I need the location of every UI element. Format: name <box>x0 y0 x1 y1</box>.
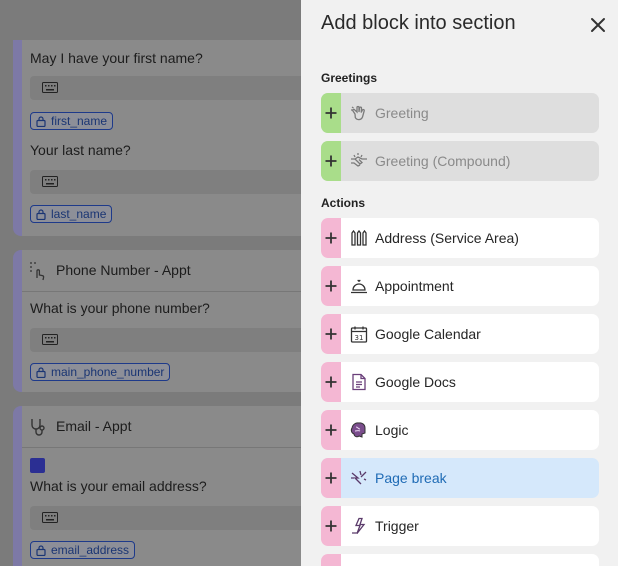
block-item-label: Google Calendar <box>375 326 481 342</box>
card-header: Email - Appt <box>22 406 313 448</box>
email-question: What is your email address? <box>30 478 207 494</box>
email-block-card: Email - Appt What is your email address?… <box>13 406 330 566</box>
block-item-appointment[interactable]: Appointment <box>321 266 599 306</box>
plus-icon <box>325 107 337 119</box>
plus-icon <box>325 424 337 436</box>
lock-icon <box>36 367 46 378</box>
block-item-greeting-compound[interactable]: Greeting (Compound) <box>321 141 599 181</box>
plus-icon <box>325 280 337 292</box>
variable-chip-email: email_address <box>30 541 136 559</box>
variable-chip-phone: main_phone_number <box>30 363 171 381</box>
block-item-label: Address (Service Area) <box>375 230 519 246</box>
block-item-label: Logic <box>375 422 409 438</box>
page-break-icon <box>351 470 367 485</box>
tap-hand-icon <box>30 262 45 281</box>
trigger-icon <box>352 517 366 534</box>
block-item-label: Greeting (Compound) <box>375 153 511 169</box>
lock-icon <box>36 209 46 220</box>
card-header: Phone Number - Appt <box>22 250 313 292</box>
block-item-label: Google Docs <box>375 374 456 390</box>
variable-chip-last-name: last_name <box>30 205 113 223</box>
block-item-google-docs[interactable]: Google Docs <box>321 362 599 402</box>
add-button[interactable] <box>321 93 341 133</box>
close-icon[interactable] <box>590 17 606 33</box>
block-item-label: Page break <box>375 470 447 486</box>
variable-chip-first-name: first_name <box>30 112 114 130</box>
svg-text:31: 31 <box>355 334 364 342</box>
fence-icon <box>351 229 367 246</box>
add-button[interactable] <box>321 410 341 450</box>
last-name-question: Your last name? <box>30 142 131 158</box>
brain-icon <box>350 422 366 438</box>
keyboard-icon <box>42 82 58 93</box>
phone-input <box>30 328 330 352</box>
add-button[interactable] <box>321 554 341 566</box>
add-button[interactable] <box>321 218 341 258</box>
block-item-google-calendar[interactable]: 31 Google Calendar <box>321 314 599 354</box>
block-item-label: Appointment <box>375 278 454 294</box>
keyboard-icon <box>42 512 58 523</box>
block-item-label: Trigger <box>375 518 419 534</box>
plus-icon <box>325 376 337 388</box>
variable-chip-label: last_name <box>51 207 107 221</box>
first-name-question: May I have your first name? <box>30 50 203 66</box>
lock-icon <box>36 545 46 556</box>
plus-icon <box>325 232 337 244</box>
card-title: Email - Appt <box>56 418 132 434</box>
lock-icon <box>36 116 46 127</box>
shield-icon <box>30 458 45 473</box>
keyboard-icon <box>42 176 58 187</box>
block-item-page-break[interactable]: Page break <box>321 458 599 498</box>
block-item-address-service-area[interactable]: Address (Service Area) <box>321 218 599 258</box>
section-label-actions: Actions <box>321 196 366 210</box>
block-item-label: Greeting <box>375 105 429 121</box>
add-block-drawer: Add block into section Greetings Greetin… <box>301 0 618 566</box>
block-item-logic[interactable]: Logic <box>321 410 599 450</box>
add-button[interactable] <box>321 141 341 181</box>
name-block-card: May I have your first name? first_name Y… <box>13 40 330 236</box>
service-bell-icon <box>351 279 367 294</box>
add-button[interactable] <box>321 362 341 402</box>
drawer-title: Add block into section <box>321 12 516 34</box>
email-input <box>30 506 330 530</box>
variable-chip-label: main_phone_number <box>51 365 165 379</box>
block-item-greeting[interactable]: Greeting <box>321 93 599 133</box>
last-name-input <box>30 170 330 194</box>
block-item-trigger[interactable]: Trigger <box>321 506 599 546</box>
calendar-icon: 31 <box>350 326 368 343</box>
block-item-partial[interactable] <box>321 554 599 566</box>
stethoscope-icon <box>31 419 45 436</box>
add-button[interactable] <box>321 266 341 306</box>
plus-icon <box>325 328 337 340</box>
section-label-greetings: Greetings <box>321 71 378 85</box>
add-button[interactable] <box>321 458 341 498</box>
phone-question: What is your phone number? <box>30 300 210 316</box>
wave-hand-icon <box>351 105 365 121</box>
card-title: Phone Number - Appt <box>56 262 191 278</box>
keyboard-icon <box>42 334 58 345</box>
plus-icon <box>325 155 337 167</box>
add-button[interactable] <box>321 314 341 354</box>
first-name-input <box>30 76 330 100</box>
plus-icon <box>325 472 337 484</box>
handshake-icon <box>351 153 367 167</box>
phone-block-card: Phone Number - Appt What is your phone n… <box>13 250 330 392</box>
variable-chip-label: email_address <box>51 543 130 557</box>
plus-icon <box>325 520 337 532</box>
document-icon <box>352 373 366 391</box>
variable-chip-label: first_name <box>51 114 108 128</box>
add-button[interactable] <box>321 506 341 546</box>
